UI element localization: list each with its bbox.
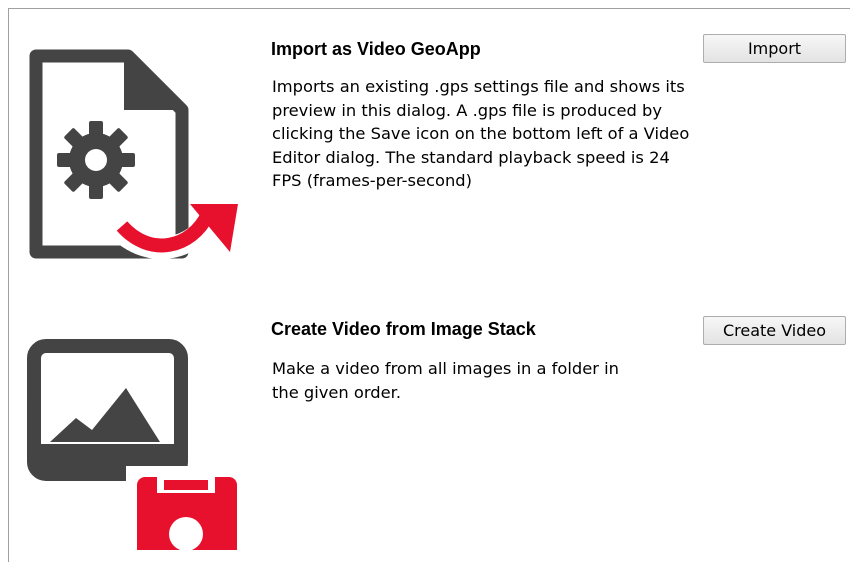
create-video-description: Make a video from all images in a folder… (272, 359, 619, 402)
import-geoapp-option: Import as Video GeoApp Imports an existi… (0, 0, 850, 280)
settings-file-import-icon (20, 48, 240, 268)
create-video-button[interactable]: Create Video (703, 316, 846, 345)
image-save-icon (20, 330, 246, 562)
create-video-title: Create Video from Image Stack (271, 319, 536, 339)
create-video-option: Create Video from Image Stack Make a vid… (0, 300, 850, 562)
import-button[interactable]: Import (703, 34, 846, 63)
import-description: Imports an existing .gps settings file a… (272, 77, 690, 190)
import-title: Import as Video GeoApp (271, 39, 481, 59)
